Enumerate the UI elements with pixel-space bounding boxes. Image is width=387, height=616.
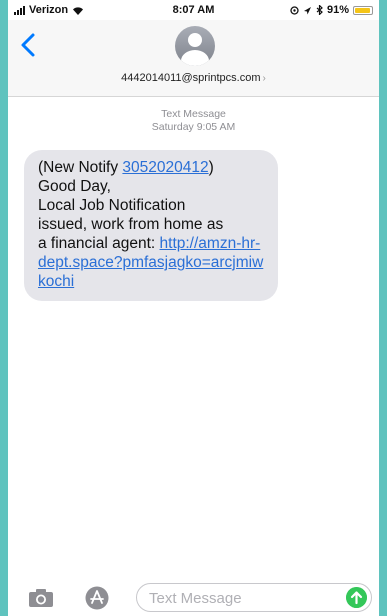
status-right: 91% <box>290 4 373 16</box>
back-chevron-icon[interactable] <box>18 32 40 58</box>
alarm-icon <box>303 6 311 14</box>
contact-name-button[interactable]: 4442014011@sprintpcs.com › <box>8 72 379 84</box>
message-text: (New Notify <box>38 159 123 176</box>
conversation-header: 4442014011@sprintpcs.com › <box>8 20 379 97</box>
app-store-icon[interactable] <box>85 586 109 610</box>
message-text: issued, work from home as <box>38 216 224 233</box>
contact-address: 4442014011@sprintpcs.com <box>121 72 261 84</box>
message-text: Good Day, <box>38 178 111 195</box>
location-icon <box>290 5 299 15</box>
message-input-placeholder: Text Message <box>149 590 242 607</box>
battery-percent: 91% <box>326 4 349 16</box>
thread-timestamp: Saturday 9:05 AM <box>151 121 236 133</box>
message-text: ) <box>208 159 214 176</box>
message-input[interactable]: Text Message <box>136 583 372 612</box>
composer-bar: Text Message <box>8 580 379 616</box>
thread-meta: Text Message Saturday 9:05 AM <box>8 108 379 134</box>
battery-fill <box>355 7 370 13</box>
phone-screen: Verizon 8:07 AM 91% 4442014011@sprintpcs… <box>8 0 379 616</box>
camera-icon[interactable] <box>28 588 54 608</box>
message-text: Local Job Notification <box>38 197 186 214</box>
service-label: Text Message <box>161 108 226 120</box>
avatar-icon[interactable] <box>175 26 215 66</box>
message-text: a financial agent: <box>38 235 160 252</box>
message-bubble[interactable]: (New Notify 3052020412) Good Day, Local … <box>24 150 278 301</box>
bluetooth-icon <box>316 5 323 15</box>
phone-number-link[interactable]: 3052020412 <box>122 159 208 176</box>
status-bar: Verizon 8:07 AM 91% <box>8 0 379 20</box>
send-arrow-icon[interactable] <box>346 587 367 608</box>
chevron-right-icon: › <box>262 73 266 84</box>
battery-icon <box>353 5 373 15</box>
